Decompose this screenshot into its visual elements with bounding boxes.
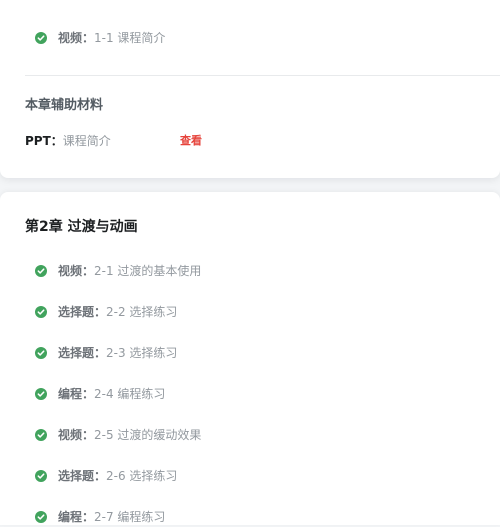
chapter-title: 第2章 过渡与动画	[25, 219, 138, 235]
lesson-title: 1-1 课程简介	[94, 31, 166, 45]
lesson-item[interactable]: 编程： 2-7 编程练习	[35, 507, 165, 527]
lesson-type: 视频：	[58, 428, 95, 442]
material-label: PPT：	[25, 134, 63, 148]
lesson-item[interactable]: 视频： 2-5 过渡的缓动效果	[35, 425, 201, 445]
check-circle-icon	[35, 388, 47, 400]
lesson-title: 2-6 选择练习	[106, 469, 178, 483]
lesson-title: 2-5 过渡的缓动效果	[94, 428, 202, 442]
lesson-item[interactable]: 编程： 2-4 编程练习	[35, 384, 165, 404]
lesson-type: 选择题：	[58, 469, 107, 483]
divider	[25, 75, 500, 76]
view-material-link[interactable]: 查看	[180, 132, 202, 150]
check-circle-icon	[35, 511, 47, 523]
lesson-item[interactable]: 选择题： 2-3 选择练习	[35, 343, 177, 363]
lesson-title: 2-3 选择练习	[106, 346, 178, 360]
lesson-item[interactable]: 视频： 1-1 课程简介	[35, 28, 165, 48]
lesson-title: 2-2 选择练习	[106, 305, 178, 319]
lesson-item[interactable]: 选择题： 2-2 选择练习	[35, 302, 177, 322]
lesson-item[interactable]: 视频： 2-1 过渡的基本使用	[35, 261, 201, 281]
material-item: PPT：课程简介	[25, 132, 111, 150]
lesson-type: 视频：	[58, 31, 95, 45]
lesson-item[interactable]: 选择题： 2-6 选择练习	[35, 466, 177, 486]
check-circle-icon	[35, 265, 47, 277]
lesson-title: 2-1 过渡的基本使用	[94, 264, 202, 278]
check-circle-icon	[35, 347, 47, 359]
check-circle-icon	[35, 306, 47, 318]
material-name: 课程简介	[62, 134, 111, 148]
lesson-type: 编程：	[58, 387, 95, 401]
lesson-type: 视频：	[58, 264, 95, 278]
check-circle-icon	[35, 470, 47, 482]
check-circle-icon	[35, 32, 47, 44]
chapter-1-card: 视频： 1-1 课程简介 本章辅助材料 PPT：课程简介 查看	[0, 0, 500, 178]
lesson-type: 选择题：	[58, 346, 107, 360]
lesson-type: 编程：	[58, 510, 95, 524]
lesson-type: 选择题：	[58, 305, 107, 319]
check-circle-icon	[35, 429, 47, 441]
materials-heading: 本章辅助材料	[25, 98, 104, 113]
lesson-title: 2-7 编程练习	[94, 510, 166, 524]
lesson-title: 2-4 编程练习	[94, 387, 166, 401]
